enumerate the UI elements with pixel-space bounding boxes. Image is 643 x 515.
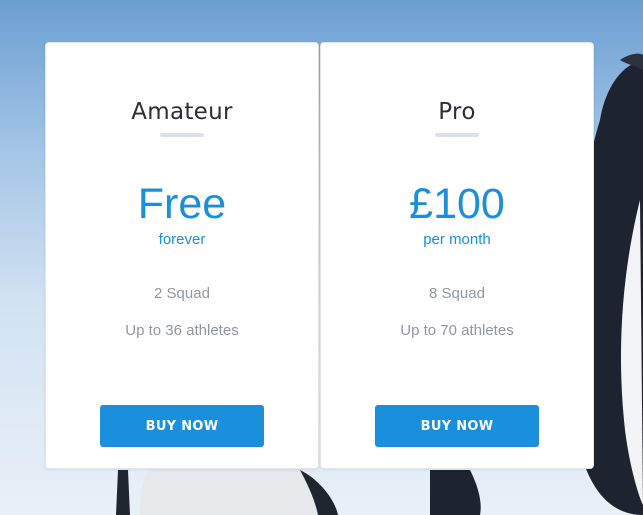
plan-title: Amateur [131,99,233,125]
plan-price: £100 [409,180,505,228]
plan-feature-squads: 2 Squad [154,285,210,302]
plan-feature-squads: 8 Squad [429,285,485,302]
plan-title: Pro [438,99,476,125]
plan-feature-athletes: Up to 36 athletes [125,322,239,339]
buy-now-button-pro[interactable]: BUY NOW [375,405,539,447]
plan-period: forever [158,231,206,248]
plan-feature-athletes: Up to 70 athletes [400,322,514,339]
plan-period: per month [423,231,491,248]
pricing-card-amateur: Amateur Free forever 2 Squad Up to 36 at… [45,42,319,469]
plan-price: Free [137,180,227,228]
buy-now-button-amateur[interactable]: BUY NOW [100,405,264,447]
title-divider [160,133,204,137]
pricing-card-pro: Pro £100 per month 8 Squad Up to 70 athl… [320,42,594,469]
title-divider [435,133,479,137]
